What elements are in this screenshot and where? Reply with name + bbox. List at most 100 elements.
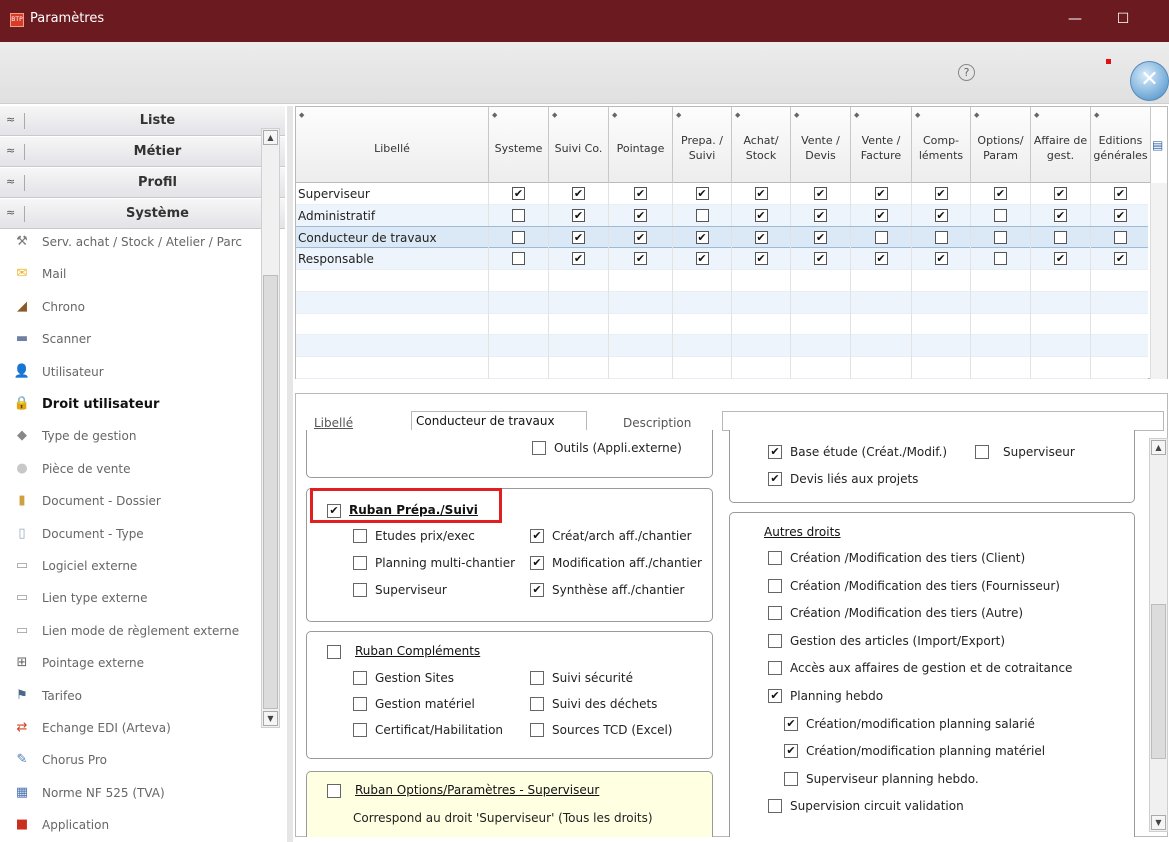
sidebar-item[interactable]: ⚒ Serv. achat / Stock / Atelier / Parc — [12, 228, 262, 258]
rights-cell[interactable]: ✔ — [732, 204, 791, 227]
sidebar-item[interactable]: ▦ Norme NF 525 (TVA) — [12, 779, 262, 809]
column-header[interactable]: ◆ Options/ Param — [971, 107, 1031, 183]
rights-cell[interactable] — [912, 313, 971, 336]
rights-cell[interactable] — [971, 269, 1031, 292]
sidebar-item[interactable]: 👤 Utilisateur — [12, 358, 262, 388]
rights-cell[interactable] — [1031, 334, 1091, 357]
column-header[interactable]: ◆ Prepa. / Suivi — [673, 107, 732, 183]
rights-cell[interactable] — [1031, 269, 1091, 292]
rights-cell[interactable]: ✔ — [851, 204, 912, 227]
grid-checkbox[interactable]: ✔ — [572, 187, 585, 200]
rights-cell[interactable]: ✔ — [732, 248, 791, 271]
rights-cell[interactable] — [1031, 356, 1091, 379]
sidebar-item[interactable]: ▭ Lien mode de règlement externe — [12, 617, 262, 647]
rights-cell[interactable]: ✔ — [791, 227, 851, 250]
rights-cell[interactable]: ✔ — [673, 248, 732, 271]
rights-cell[interactable] — [1091, 313, 1151, 336]
rights-cell[interactable] — [791, 356, 851, 379]
splitter[interactable] — [287, 106, 293, 842]
close-button[interactable]: ✕ — [1130, 61, 1169, 101]
rights-cell[interactable] — [732, 269, 791, 292]
grid-checkbox[interactable]: ✔ — [814, 252, 827, 266]
rights-cell[interactable]: ✔ — [912, 204, 971, 227]
rights-cell[interactable]: ✔ — [673, 227, 732, 250]
grid-checkbox[interactable]: ✔ — [572, 231, 585, 245]
grid-checkbox[interactable]: ✔ — [1114, 187, 1127, 200]
grid-checkbox[interactable] — [994, 252, 1007, 266]
rights-cell[interactable] — [549, 334, 609, 357]
grid-checkbox[interactable]: ✔ — [695, 187, 709, 200]
grid-checkbox[interactable]: ✔ — [695, 231, 709, 245]
rights-cell[interactable]: ✔ — [732, 227, 791, 250]
maximize-button[interactable]: ☐ — [1108, 8, 1138, 32]
rights-cell[interactable] — [971, 313, 1031, 336]
rights-cell[interactable] — [1091, 269, 1151, 292]
rights-cell[interactable]: ✔ — [971, 183, 1031, 205]
rights-cell[interactable] — [609, 334, 673, 357]
rights-cell[interactable]: ✔ — [791, 183, 851, 205]
rights-cell[interactable]: ✔ — [1091, 204, 1151, 227]
sidebar-item[interactable]: ✎ Chorus Pro — [12, 746, 262, 776]
grid-checkbox[interactable] — [874, 231, 888, 245]
rights-cell[interactable] — [489, 313, 549, 336]
form-scroll-thumb[interactable] — [1151, 604, 1166, 759]
rights-cell[interactable] — [673, 269, 732, 292]
grid-checkbox[interactable]: ✔ — [874, 208, 888, 222]
sidebar-item[interactable]: ● Pièce de vente — [12, 455, 262, 485]
rights-cell[interactable]: ✔ — [549, 248, 609, 271]
scroll-thumb[interactable] — [263, 275, 278, 709]
table-row[interactable] — [296, 291, 1151, 314]
grid-checkbox[interactable] — [512, 231, 525, 245]
grid-checkbox[interactable]: ✔ — [1114, 208, 1127, 222]
grid-checkbox[interactable]: ✔ — [634, 252, 647, 266]
column-chooser-icon[interactable]: ▤ — [1152, 138, 1164, 152]
rights-cell[interactable] — [1091, 291, 1151, 314]
rights-cell[interactable]: ✔ — [912, 248, 971, 271]
rights-cell[interactable] — [609, 291, 673, 314]
sidebar-item[interactable]: ▮ Document - Dossier — [12, 487, 262, 517]
rights-cell[interactable] — [851, 356, 912, 379]
table-row[interactable]: Superviseur ✔ ✔ ✔ ✔ ✔ ✔ ✔ ✔ ✔ ✔ ✔ — [296, 183, 1151, 205]
rights-cell[interactable] — [1091, 356, 1151, 379]
column-header[interactable]: ◆ Editions générales — [1091, 107, 1151, 183]
rights-cell[interactable]: ✔ — [609, 204, 673, 227]
rights-cell[interactable] — [851, 291, 912, 314]
grid-checkbox[interactable]: ✔ — [754, 252, 768, 266]
rights-cell[interactable] — [732, 291, 791, 314]
form-scrollbar[interactable]: ▲ ▼ — [1149, 438, 1168, 832]
rights-cell[interactable] — [1031, 313, 1091, 336]
sidebar-item[interactable]: ⊞ Pointage externe — [12, 649, 262, 679]
rights-cell[interactable] — [912, 227, 971, 250]
section-systme[interactable]: ≈ Système — [0, 199, 285, 229]
rights-cell[interactable] — [851, 227, 912, 250]
rights-cell[interactable] — [609, 313, 673, 336]
rights-cell[interactable]: ✔ — [1031, 248, 1091, 271]
rights-cell[interactable]: ✔ — [609, 183, 673, 205]
grid-checkbox[interactable]: ✔ — [572, 208, 585, 222]
column-header[interactable]: ◆ Libellé — [296, 107, 489, 183]
rights-cell[interactable]: ✔ — [673, 183, 732, 205]
grid-checkbox[interactable]: ✔ — [512, 187, 525, 200]
grid-checkbox[interactable]: ✔ — [934, 187, 948, 200]
rights-cell[interactable]: ✔ — [791, 204, 851, 227]
rights-cell[interactable] — [912, 334, 971, 357]
grid-checkbox[interactable]: ✔ — [572, 252, 585, 266]
rights-cell[interactable]: ✔ — [609, 248, 673, 271]
rights-cell[interactable] — [549, 269, 609, 292]
grid-checkbox[interactable]: ✔ — [1114, 252, 1127, 266]
grid-checkbox[interactable] — [934, 231, 948, 245]
rights-cell[interactable] — [971, 248, 1031, 271]
sidebar-item[interactable]: ⇄ Echange EDI (Arteva) — [12, 714, 262, 744]
rights-cell[interactable]: ✔ — [912, 183, 971, 205]
rights-cell[interactable] — [851, 334, 912, 357]
rights-cell[interactable] — [912, 356, 971, 379]
rights-cell[interactable]: ✔ — [1031, 204, 1091, 227]
form-scroll-down-arrow-icon[interactable]: ▼ — [1151, 815, 1166, 830]
grid-checkbox[interactable]: ✔ — [634, 208, 647, 222]
grid-scrollbar[interactable] — [1150, 183, 1167, 379]
grid-checkbox[interactable] — [1114, 231, 1127, 245]
section-mtier[interactable]: ≈ Métier — [0, 137, 285, 167]
rights-cell[interactable] — [971, 291, 1031, 314]
rights-cell[interactable] — [673, 334, 732, 357]
sidebar-item[interactable]: ■ Application — [12, 811, 262, 841]
